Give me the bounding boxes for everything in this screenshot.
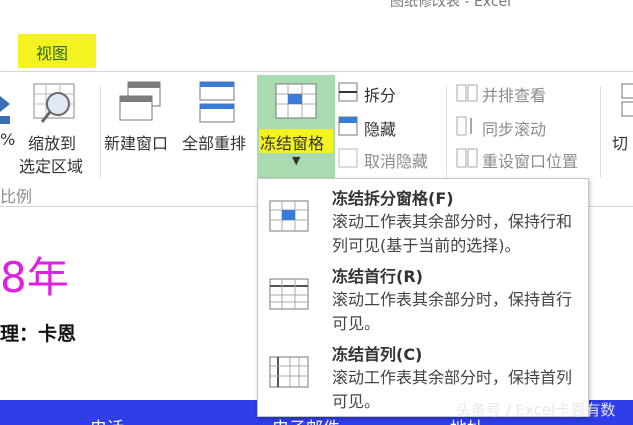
sheet-year-text: 8年 <box>0 253 69 302</box>
sync-scroll-icon <box>456 116 472 136</box>
split-button[interactable]: 拆分 <box>364 82 396 106</box>
reset-window-position-icon <box>456 148 478 168</box>
group-zoom-label: 比例 <box>0 187 33 206</box>
header-cell-phone: 电话 <box>90 414 124 425</box>
switch-windows-icon[interactable] <box>620 82 633 122</box>
window-title: 图纸修改表 - Excel <box>390 0 512 10</box>
unhide-button[interactable]: 取消隐藏 <box>364 148 428 172</box>
zoom-100-icon[interactable] <box>0 88 12 124</box>
switch-windows-label[interactable]: 切 <box>612 130 628 154</box>
hide-button[interactable]: 隐藏 <box>364 116 396 140</box>
zoom-to-selection-icon[interactable] <box>32 82 78 128</box>
reset-window-position-button[interactable]: 重设窗口位置 <box>482 148 578 172</box>
menu-item-freeze-top-row[interactable]: 冻结首行(R) 滚动工作表其余部分时，保持首行可见。 <box>258 259 588 337</box>
tab-view[interactable]: 视图 <box>18 34 96 68</box>
group-separator <box>100 86 101 178</box>
view-side-by-side-icon <box>456 84 478 102</box>
freeze-first-column-icon <box>269 356 309 388</box>
unhide-icon <box>338 148 358 168</box>
sync-scroll-button[interactable]: 同步滚动 <box>482 116 546 140</box>
view-side-by-side-button[interactable]: 并排查看 <box>482 82 546 106</box>
title-bar: 图纸修改表 - Excel <box>0 0 633 28</box>
tab-view-label: 视图 <box>36 44 69 63</box>
menu-item-title: 冻结拆分窗格(F) <box>332 189 454 208</box>
menu-item-description: 滚动工作表其余部分时，保持行和列可见(基于当前的选择)。 <box>332 212 573 255</box>
watermark-text: 头条号 / Excel卡恩有数 <box>456 401 616 419</box>
zoom-to-selection-line1[interactable]: 缩放到 <box>28 130 76 154</box>
menu-item-title: 冻结首行(R) <box>332 267 423 286</box>
new-window-label[interactable]: 新建窗口 <box>104 130 168 154</box>
arrange-all-icon[interactable] <box>198 80 238 126</box>
new-window-icon[interactable] <box>118 80 164 126</box>
zoom-to-selection-line2[interactable]: 选定区域 <box>19 153 83 177</box>
menu-item-title: 冻结首列(C) <box>332 345 423 364</box>
freeze-split-panes-icon <box>269 200 309 232</box>
sheet-manager-text: 理：卡恩 <box>0 323 77 345</box>
group-separator <box>446 86 447 178</box>
chevron-down-icon: ▼ <box>292 154 301 167</box>
arrange-all-label[interactable]: 全部重排 <box>182 130 246 154</box>
menu-item-freeze-panes[interactable]: 冻结拆分窗格(F) 滚动工作表其余部分时，保持行和列可见(基于当前的选择)。 <box>258 181 588 259</box>
zoom-percent-label: % <box>0 130 16 149</box>
hide-icon <box>338 116 358 136</box>
menu-item-description: 滚动工作表其余部分时，保持首行可见。 <box>332 290 573 333</box>
freeze-panes-icon <box>275 83 317 119</box>
group-separator <box>600 86 601 178</box>
freeze-top-row-icon <box>269 278 309 310</box>
freeze-panes-label: 冻结窗格 <box>260 134 325 153</box>
split-icon <box>338 82 358 102</box>
ribbon-tab-row: 视图 <box>0 28 633 72</box>
freeze-panes-menu: 冻结拆分窗格(F) 滚动工作表其余部分时，保持行和列可见(基于当前的选择)。 冻… <box>257 178 589 417</box>
